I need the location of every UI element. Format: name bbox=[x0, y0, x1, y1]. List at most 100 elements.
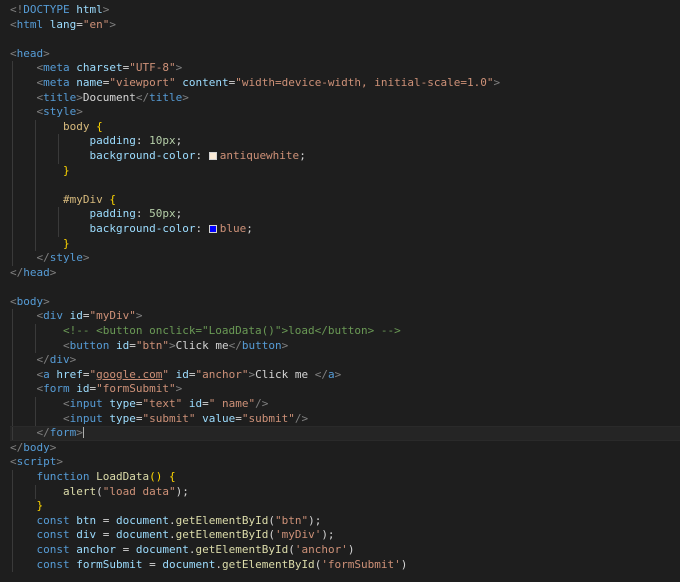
method-arg: 'formSubmit' bbox=[321, 557, 401, 571]
code-line-21: <body> bbox=[10, 294, 50, 308]
code-line-5: <meta charset="UTF-8"> bbox=[10, 61, 680, 76]
code-lines[interactable]: <!DOCTYPE html> <html lang="en"> <head> … bbox=[10, 3, 680, 573]
code-line-6: <meta name="viewport" content="width=dev… bbox=[10, 75, 680, 91]
code-line-34: alert("load data"); bbox=[10, 484, 680, 500]
button-tag: button bbox=[69, 338, 110, 352]
lang-attr: lang bbox=[49, 17, 77, 31]
close-brace: } bbox=[36, 499, 44, 513]
code-line-27: <form id="formSubmit"> bbox=[10, 382, 680, 398]
code-line-36: const btn = document.getElementById("btn… bbox=[10, 513, 680, 529]
body-close-tag: body bbox=[23, 440, 50, 454]
code-line-10: padding: 10px; bbox=[10, 134, 680, 149]
code-line-16: background-color: blue; bbox=[10, 221, 680, 237]
quote: " bbox=[162, 367, 169, 381]
id-value: "formSubmit" bbox=[96, 382, 176, 396]
value-attr: value bbox=[202, 411, 236, 425]
code-line-9: body { bbox=[10, 119, 680, 135]
const-keyword: const bbox=[36, 528, 70, 542]
variable-name: anchor bbox=[76, 542, 116, 556]
id-attr: id bbox=[69, 309, 83, 323]
code-line-15: padding: 50px; bbox=[10, 207, 680, 222]
method-call: getElementById bbox=[195, 542, 289, 556]
padding-value: 10px bbox=[149, 134, 176, 148]
charset-value: "UTF-8" bbox=[129, 61, 176, 75]
input-tag: input bbox=[69, 397, 103, 411]
variable-name: btn bbox=[76, 513, 97, 527]
document-object: document bbox=[135, 542, 189, 556]
body-tag: body bbox=[16, 294, 44, 308]
style-tag: style bbox=[43, 105, 77, 119]
method-call: getElementById bbox=[175, 528, 269, 542]
method-arg: "btn" bbox=[274, 513, 309, 527]
href-attr: href bbox=[56, 367, 83, 381]
head-tag: head bbox=[16, 46, 44, 60]
code-line-14: #myDiv { bbox=[10, 192, 680, 208]
padding-prop: padding bbox=[89, 207, 136, 221]
button-close-tag: button bbox=[241, 338, 282, 352]
code-line-7: <title>Document</title> bbox=[10, 90, 680, 106]
close-brace: } bbox=[62, 163, 70, 177]
background-value: blue bbox=[219, 221, 247, 235]
code-line-29: <input type="submit" value="submit"/> bbox=[10, 411, 680, 427]
form-tag: form bbox=[43, 382, 70, 396]
code-line-24: <button id="btn">Click me</button> bbox=[10, 338, 680, 354]
head-close-tag: head bbox=[23, 265, 50, 279]
code-line-13 bbox=[10, 178, 680, 193]
anchor-tag: a bbox=[43, 367, 50, 381]
code-line-35: } bbox=[10, 499, 680, 514]
code-line-8: <style> bbox=[10, 105, 680, 120]
document-object: document bbox=[162, 557, 216, 571]
href-link[interactable]: google.com bbox=[96, 368, 162, 381]
id-value: " name" bbox=[208, 397, 256, 411]
type-attr: type bbox=[109, 397, 136, 411]
div-tag: div bbox=[43, 309, 63, 323]
close-brace: } bbox=[62, 236, 70, 250]
code-line-32: <script> bbox=[10, 455, 63, 469]
doctype-keyword: DOCTYPE bbox=[23, 3, 70, 16]
code-line-30-current[interactable]: </form> bbox=[10, 426, 680, 441]
method-arg: 'anchor' bbox=[294, 542, 348, 556]
id-value: "btn" bbox=[135, 338, 169, 352]
method-call: getElementById bbox=[221, 557, 315, 571]
button-text: Click me bbox=[175, 338, 229, 352]
code-line-39: const formSubmit = document.getElementBy… bbox=[10, 557, 680, 573]
code-line-26: <a href="google.com" id="anchor">Click m… bbox=[10, 367, 680, 383]
title-close-tag: title bbox=[149, 90, 183, 104]
method-arg: 'myDiv' bbox=[274, 528, 322, 542]
function-params: () { bbox=[149, 470, 176, 483]
title-text: Document bbox=[82, 90, 136, 104]
script-tag: script bbox=[16, 455, 57, 469]
const-keyword: const bbox=[36, 557, 70, 571]
mydiv-selector: #myDiv bbox=[62, 192, 103, 206]
function-keyword: function bbox=[36, 470, 90, 483]
type-value: "text" bbox=[142, 397, 183, 411]
code-line-2: <html lang="en"> bbox=[10, 17, 116, 31]
code-line-1: <!DOCTYPE html> bbox=[10, 3, 110, 16]
id-value: "myDiv" bbox=[89, 309, 136, 323]
const-keyword: const bbox=[36, 513, 70, 527]
lang-value: "en" bbox=[82, 17, 110, 31]
type-value: "submit" bbox=[142, 411, 196, 425]
id-value: "anchor" bbox=[195, 367, 249, 381]
html-tag: html bbox=[16, 17, 44, 31]
content-attr: content bbox=[182, 75, 229, 89]
meta-tag: meta bbox=[43, 61, 70, 75]
code-line-22: <div id="myDiv"> bbox=[10, 309, 680, 325]
charset-attr: charset bbox=[76, 61, 123, 75]
padding-prop: padding bbox=[89, 134, 136, 148]
variable-name: div bbox=[76, 528, 97, 542]
value-value: "submit" bbox=[241, 411, 295, 425]
code-line-4: <head> bbox=[10, 46, 50, 60]
code-line-17: } bbox=[10, 236, 680, 252]
antiquewhite-swatch-icon[interactable] bbox=[208, 151, 217, 160]
code-editor[interactable]: <!DOCTYPE html> <html lang="en"> <head> … bbox=[0, 0, 680, 582]
form-close-tag: form bbox=[49, 426, 77, 440]
text-cursor bbox=[82, 427, 84, 439]
code-line-23: <!-- <button onclick="LoadData()">load</… bbox=[10, 324, 680, 339]
code-line-11: background-color: antiquewhite; bbox=[10, 148, 680, 164]
code-line-25: </div> bbox=[10, 353, 680, 368]
blue-swatch-icon[interactable] bbox=[208, 224, 217, 233]
id-attr: id bbox=[188, 397, 203, 411]
